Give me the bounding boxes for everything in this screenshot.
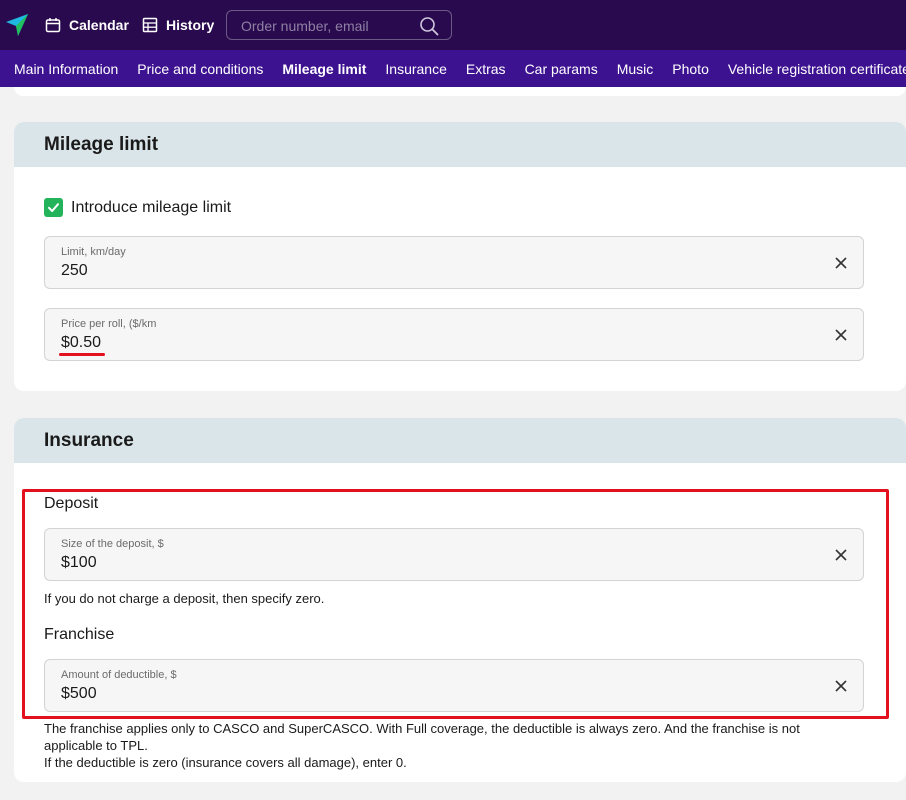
clear-icon[interactable] [835, 680, 847, 692]
tab-insurance[interactable]: Insurance [385, 61, 446, 77]
deposit-size-value[interactable]: $100 [61, 554, 97, 572]
clear-icon[interactable] [835, 257, 847, 269]
deductible-amount-value[interactable]: $500 [61, 685, 97, 703]
price-value-highlight-underline [59, 353, 105, 356]
clear-icon[interactable] [835, 549, 847, 561]
mileage-limit-checkbox[interactable] [44, 198, 63, 217]
search-icon[interactable] [419, 16, 439, 36]
previous-card-bottom [14, 87, 906, 96]
insurance-card: Insurance Deposit Size of the deposit, $… [14, 418, 906, 782]
section-tabs: Main Information Price and conditions Mi… [0, 50, 906, 87]
top-bar: Calendar History [0, 0, 906, 50]
checkmark-icon [48, 203, 59, 212]
franchise-hint-line-1: The franchise applies only to CASCO and … [44, 721, 800, 736]
deductible-amount-field[interactable]: Amount of deductible, $ $500 [44, 659, 864, 712]
search-box [226, 10, 452, 40]
deposit-size-label: Size of the deposit, $ [61, 538, 164, 550]
history-label: History [166, 17, 215, 33]
deductible-amount-label: Amount of deductible, $ [61, 669, 177, 681]
tab-photo[interactable]: Photo [672, 61, 709, 77]
franchise-hint-line-2: applicable to TPL. [44, 738, 148, 753]
franchise-hint: The franchise applies only to CASCO and … [44, 720, 800, 771]
tab-car-params[interactable]: Car params [525, 61, 598, 77]
tab-music[interactable]: Music [617, 61, 654, 77]
limit-km-day-value[interactable]: 250 [61, 262, 88, 280]
limit-km-day-label: Limit, km/day [61, 246, 126, 258]
tab-price-and-conditions[interactable]: Price and conditions [137, 61, 263, 77]
deposit-size-field[interactable]: Size of the deposit, $ $100 [44, 528, 864, 581]
tab-vehicle-registration-certificate[interactable]: Vehicle registration certificate [728, 61, 906, 77]
deposit-hint: If you do not charge a deposit, then spe… [44, 591, 325, 606]
mileage-limit-checkbox-label: Introduce mileage limit [71, 198, 232, 216]
limit-km-day-field[interactable]: Limit, km/day 250 [44, 236, 864, 289]
tab-main-information[interactable]: Main Information [14, 61, 118, 77]
tab-extras[interactable]: Extras [466, 61, 506, 77]
search-input[interactable] [241, 15, 421, 37]
calendar-icon [45, 18, 61, 33]
deposit-heading: Deposit [44, 495, 99, 512]
price-per-km-field[interactable]: Price per roll, ($/km $0.50 [44, 308, 864, 361]
table-icon [142, 17, 158, 33]
insurance-title: Insurance [14, 418, 906, 463]
calendar-label: Calendar [69, 17, 129, 33]
mileage-limit-card: Mileage limit Introduce mileage limit Li… [14, 122, 906, 391]
logo-icon[interactable] [4, 10, 32, 38]
calendar-link[interactable]: Calendar [45, 0, 129, 50]
mileage-limit-checkbox-row[interactable]: Introduce mileage limit [44, 198, 231, 217]
clear-icon[interactable] [835, 329, 847, 341]
mileage-limit-title: Mileage limit [14, 122, 906, 167]
history-link[interactable]: History [142, 0, 214, 50]
price-per-km-label: Price per roll, ($/km [61, 318, 157, 330]
franchise-heading: Franchise [44, 626, 115, 643]
price-per-km-value[interactable]: $0.50 [61, 334, 101, 352]
franchise-hint-line-3: If the deductible is zero (insurance cov… [44, 755, 407, 770]
tab-mileage-limit[interactable]: Mileage limit [282, 61, 366, 77]
